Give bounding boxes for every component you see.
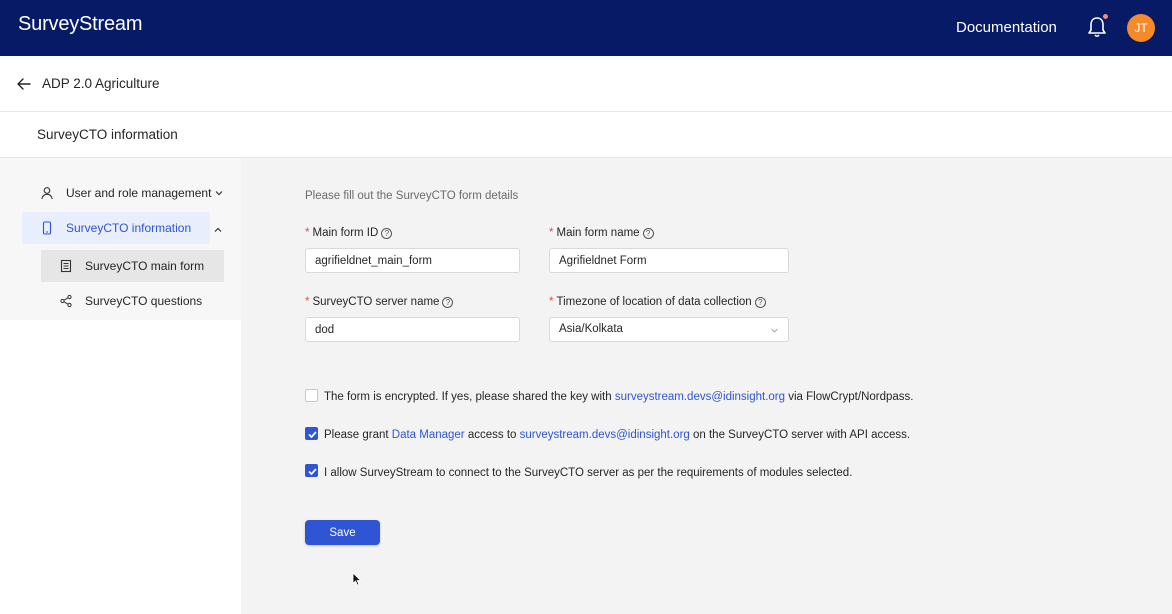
sidebar: User and role management SurveyCTO infor…	[0, 158, 241, 614]
timezone-select[interactable]: Asia/Kolkata	[549, 317, 789, 342]
project-title: ADP 2.0 Agriculture	[42, 76, 160, 91]
grant-access-checkbox-label: Please grant Data Manager access to surv…	[324, 429, 911, 441]
chevron-down-icon	[214, 187, 224, 197]
save-button[interactable]: Save	[305, 520, 380, 545]
allow-connect-checkbox[interactable]	[305, 464, 318, 477]
sidebar-item-surveycto-information[interactable]: SurveyCTO information	[22, 212, 210, 244]
mobile-icon	[40, 221, 54, 235]
help-icon[interactable]: ?	[381, 228, 393, 239]
back-arrow-icon[interactable]	[16, 76, 32, 92]
main-form-id-label: * Main form ID?	[305, 227, 393, 239]
help-icon[interactable]: ?	[642, 228, 654, 239]
encrypted-checkbox[interactable]	[305, 389, 318, 402]
main-form-id-input[interactable]	[305, 248, 520, 273]
chevron-up-icon[interactable]	[213, 222, 223, 232]
sidebar-item-surveycto-questions[interactable]: SurveyCTO questions	[41, 285, 224, 317]
help-icon[interactable]: ?	[754, 297, 766, 308]
breadcrumb: ADP 2.0 Agriculture	[0, 56, 1172, 112]
user-icon	[40, 186, 54, 200]
share-icon	[59, 294, 73, 308]
main-form-name-input[interactable]	[549, 248, 789, 273]
server-name-label: * SurveyCTO server name?	[305, 296, 454, 308]
sidebar-item-label: SurveyCTO information	[66, 221, 192, 235]
email-link[interactable]: surveystream.devs@idinsight.org	[520, 429, 690, 441]
notification-dot	[1102, 13, 1109, 20]
page-title: SurveyCTO information	[37, 127, 178, 142]
chevron-down-icon	[770, 326, 779, 335]
avatar[interactable]: JT	[1127, 14, 1155, 42]
mouse-cursor-icon	[352, 572, 362, 586]
server-name-input[interactable]	[305, 317, 520, 342]
form-icon	[59, 259, 73, 273]
section-header: SurveyCTO information	[0, 112, 1172, 158]
timezone-selected-value: Asia/Kolkata	[559, 323, 623, 335]
required-mark: *	[305, 296, 310, 308]
documentation-link[interactable]: Documentation	[956, 19, 1057, 36]
encrypted-checkbox-label: The form is encrypted. If yes, please sh…	[324, 391, 914, 403]
data-manager-link[interactable]: Data Manager	[392, 429, 465, 441]
required-mark: *	[549, 227, 554, 239]
sidebar-item-label: SurveyCTO main form	[85, 259, 205, 273]
app-brand[interactable]: SurveyStream	[18, 13, 143, 36]
grant-access-checkbox[interactable]	[305, 427, 318, 440]
required-mark: *	[305, 227, 310, 239]
required-mark: *	[549, 296, 554, 308]
sidebar-item-surveycto-main-form[interactable]: SurveyCTO main form	[41, 250, 224, 282]
email-link[interactable]: surveystream.devs@idinsight.org	[615, 391, 785, 403]
sidebar-item-label: SurveyCTO questions	[85, 294, 203, 308]
sidebar-item-user-role-management[interactable]: User and role management	[22, 177, 232, 209]
sidebar-item-label: User and role management	[66, 186, 212, 200]
top-navbar: SurveyStream Documentation JT	[0, 0, 1172, 56]
main-form-name-label: * Main form name?	[549, 227, 654, 239]
help-icon[interactable]: ?	[442, 297, 454, 308]
allow-connect-checkbox-label: I allow SurveyStream to connect to the S…	[324, 467, 853, 479]
form-hint: Please fill out the SurveyCTO form detai…	[305, 190, 519, 202]
timezone-label: * Timezone of location of data collection…	[549, 296, 766, 308]
